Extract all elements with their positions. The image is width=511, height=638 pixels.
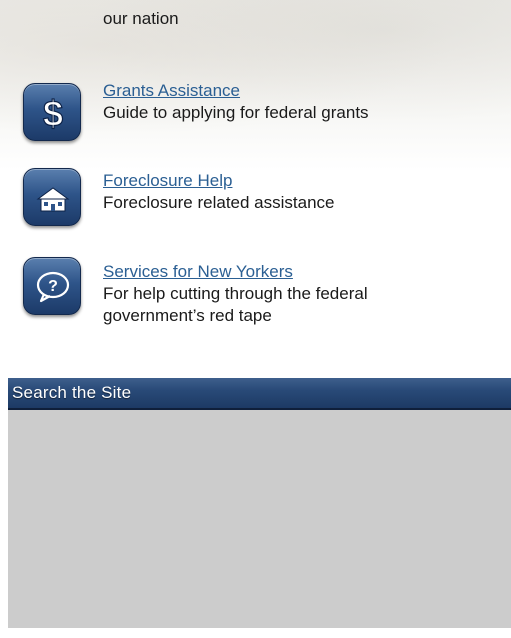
house-icon[interactable] — [23, 168, 81, 226]
grants-assistance-link[interactable]: Grants Assistance — [103, 80, 503, 102]
svg-text:?: ? — [48, 278, 58, 295]
service-item-grants-text: Grants Assistance Guide to applying for … — [103, 80, 503, 124]
grants-assistance-description: Guide to applying for federal grants — [103, 103, 369, 122]
services-panel: our nation $ Grants Assistance Guide to … — [0, 0, 511, 338]
services-for-new-yorkers-description-line2: government’s red tape — [103, 306, 272, 325]
previous-item-description-fragment: our nation — [103, 9, 179, 28]
question-bubble-icon[interactable]: ? — [23, 257, 81, 315]
search-section-header: Search the Site — [8, 378, 511, 410]
services-for-new-yorkers-description-line1: For help cutting through the federal — [103, 284, 368, 303]
search-section-body — [8, 410, 511, 628]
service-item-new-yorkers-text: Services for New Yorkers For help cuttin… — [103, 261, 503, 327]
svg-text:$: $ — [43, 93, 63, 134]
foreclosure-help-description: Foreclosure related assistance — [103, 193, 335, 212]
dollar-icon[interactable]: $ — [23, 83, 81, 141]
search-section-title: Search the Site — [12, 383, 132, 402]
services-for-new-yorkers-link[interactable]: Services for New Yorkers — [103, 261, 503, 283]
service-item-foreclosure-text: Foreclosure Help Foreclosure related ass… — [103, 170, 503, 214]
foreclosure-help-link[interactable]: Foreclosure Help — [103, 170, 503, 192]
page: our nation $ Grants Assistance Guide to … — [0, 0, 511, 638]
